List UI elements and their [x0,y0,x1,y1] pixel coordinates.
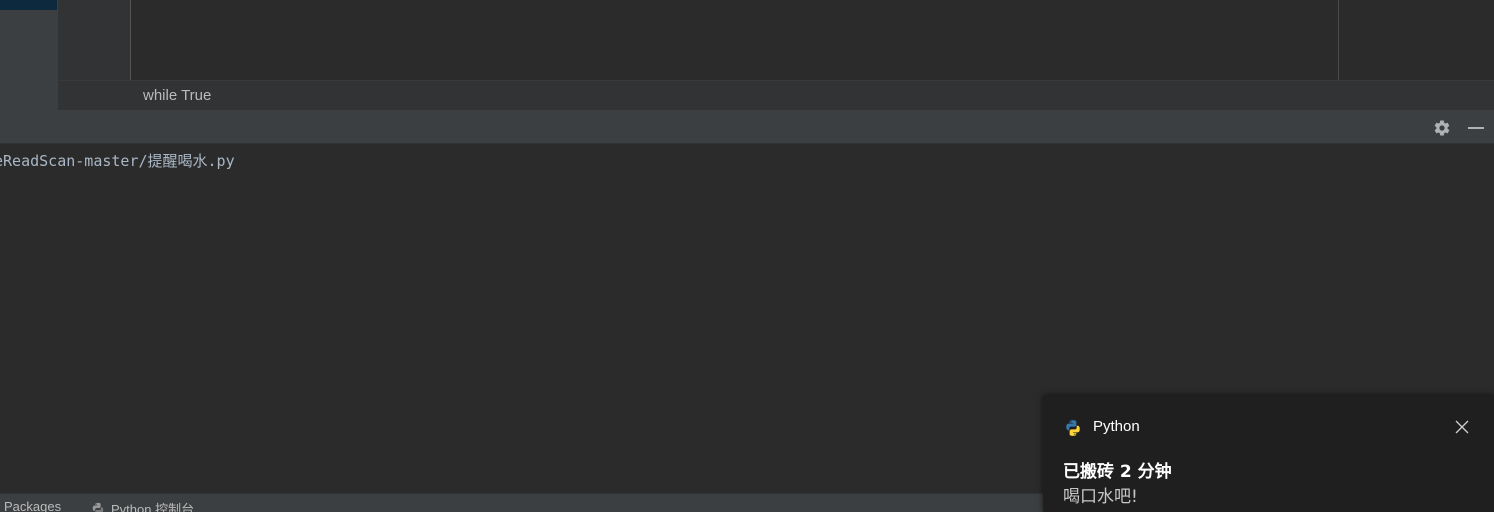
selected-project-item[interactable] [0,0,57,10]
python-logo-icon [1066,420,1080,436]
breadcrumb-item[interactable]: while True [143,87,211,104]
toast-message: 喝口水吧! [1063,487,1138,507]
close-icon[interactable] [1454,419,1470,435]
run-tool-window-header [0,110,1494,144]
tab-packages-label: Packages [4,499,62,512]
project-tool-strip [0,0,59,110]
ide-window: while True eReadScan-master/提醒喝水.py Pack… [0,0,1494,512]
tab-python-console-label: Python 控制台 [111,502,195,512]
gear-icon[interactable] [1433,119,1451,137]
editor-right-area [1339,0,1494,80]
minimize-icon[interactable] [1467,119,1485,137]
tab-packages[interactable]: Packages [4,499,61,512]
editor-gutter [58,0,131,80]
breadcrumb: while True [58,80,1494,110]
console-line: eReadScan-master/提醒喝水.py [0,152,235,170]
python-icon [92,502,104,512]
toast-app-name: Python [1093,418,1140,435]
toast-notification[interactable]: Python 已搬砖 2 分钟 喝口水吧! [1043,395,1494,512]
code-editor[interactable] [131,0,1338,80]
toast-title: 已搬砖 2 分钟 [1063,462,1172,482]
tab-python-console[interactable]: Python 控制台 [91,499,194,512]
